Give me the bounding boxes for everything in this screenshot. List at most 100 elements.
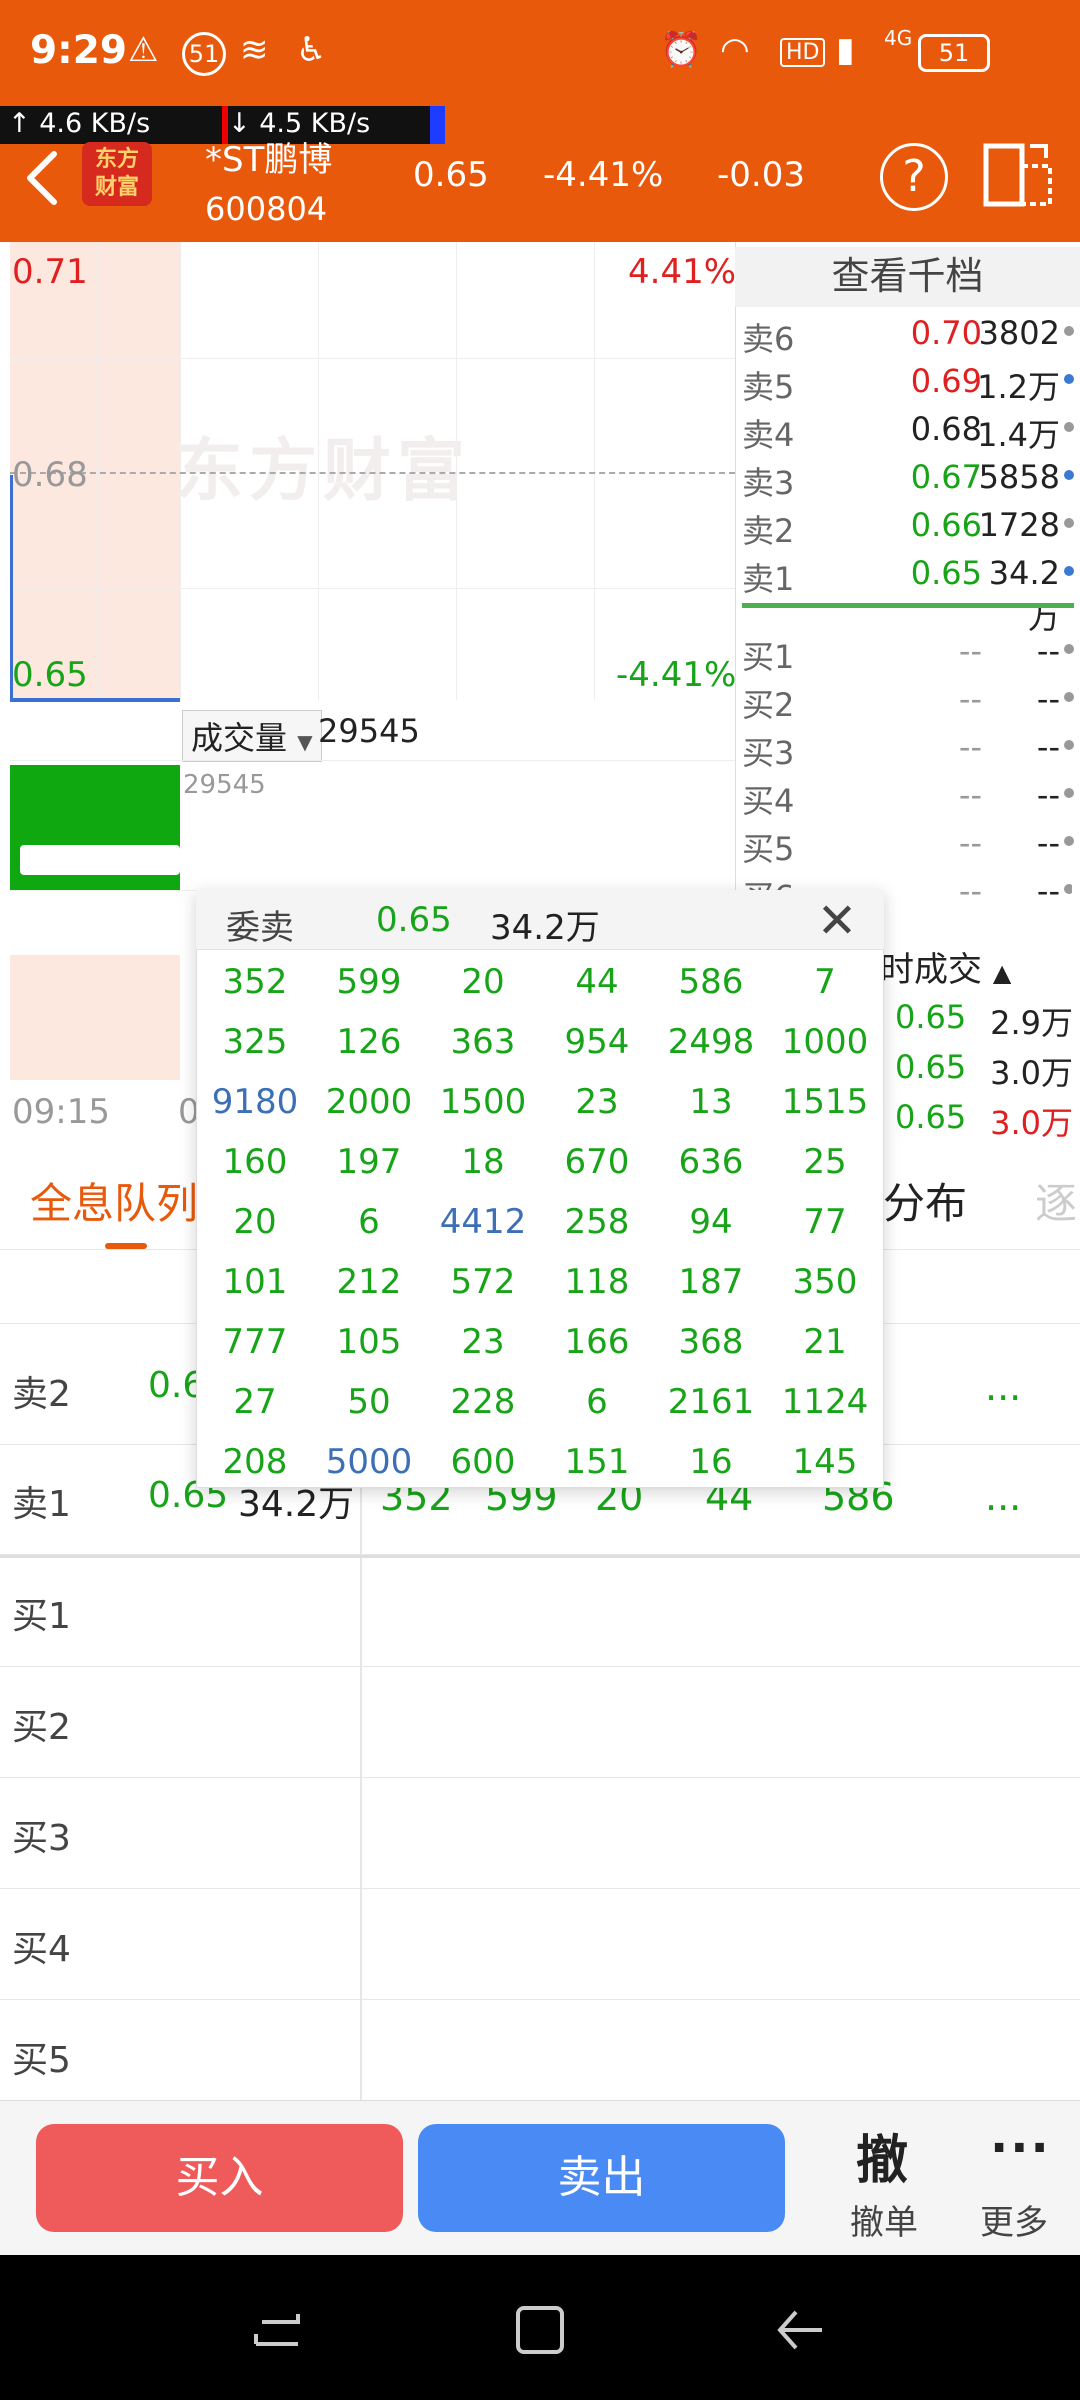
ask-qty: 5858 — [978, 458, 1060, 496]
chart-grid-h — [10, 358, 735, 359]
ask-dot — [1064, 374, 1074, 384]
ask-qty: 1.4万 — [977, 416, 1060, 454]
popup-order-cell: 1000 — [781, 1022, 869, 1062]
ask-qty: 3802 — [978, 314, 1060, 352]
popup-order-cell: 101 — [222, 1262, 288, 1302]
popup-order-cell: 9180 — [211, 1082, 299, 1122]
trades-title[interactable]: 时成交 ▲ — [880, 942, 1011, 991]
popup-order-cell: 363 — [450, 1022, 516, 1062]
tab-full-queue[interactable]: 全息队列 — [30, 1170, 198, 1231]
chart-grid-v — [594, 242, 595, 700]
bid-dot — [1064, 740, 1074, 750]
ask-row[interactable]: 卖1 0.65 34.2万 — [742, 550, 1074, 636]
bid-row[interactable]: 买5 -- -- — [742, 820, 1074, 868]
queue-order: ... — [985, 1475, 1022, 1519]
bid-row[interactable]: 买2 -- -- — [742, 676, 1074, 724]
bid-qty: -- — [1036, 632, 1060, 670]
popup-order-cell: 5000 — [325, 1442, 413, 1482]
queue-row[interactable]: 买1 — [0, 1557, 1080, 1667]
ask-dot — [1064, 566, 1074, 576]
popup-order-cell: 77 — [803, 1202, 847, 1242]
ask-dot — [1064, 470, 1074, 480]
queue-row[interactable]: 买3 — [0, 1779, 1080, 1889]
cancel-order-label[interactable]: 撤单 — [850, 2195, 918, 2244]
tab-distribution[interactable]: 分布 — [883, 1170, 967, 1231]
ask-row[interactable]: 卖4 0.68 1.4万 — [742, 406, 1074, 454]
popup-order-cell: 94 — [689, 1202, 733, 1242]
ask-label: 卖3 — [742, 464, 795, 502]
warning-icon: ⚠ — [128, 30, 159, 70]
sell-button[interactable]: 卖出 — [418, 2124, 785, 2232]
popup-order-cell: 20 — [461, 962, 505, 1002]
popup-order-cell: 13 — [689, 1082, 733, 1122]
help-icon[interactable]: ? — [880, 143, 948, 211]
battery-icon: 51 — [918, 34, 990, 72]
bid-dot — [1064, 836, 1074, 846]
net-type-label: 4G — [884, 26, 913, 50]
status-time: 9:29 — [30, 28, 128, 73]
ask-dot — [1064, 326, 1074, 336]
popup-order-cell: 23 — [575, 1082, 619, 1122]
queue-row[interactable]: 买4 — [0, 1890, 1080, 2000]
popup-qty: 34.2万 — [490, 908, 600, 948]
ask-row[interactable]: 卖5 0.69 1.2万 — [742, 358, 1074, 406]
hd-icon: HD — [780, 38, 826, 67]
popup-order-cell: 6 — [586, 1382, 608, 1422]
chart-grid-h — [10, 588, 735, 589]
home-icon[interactable] — [510, 2300, 570, 2360]
alarm-icon: ⏰ — [660, 30, 703, 70]
badge-51-icon: 51 — [182, 32, 226, 76]
header-price: 0.65 — [413, 155, 489, 195]
popup-order-cell: 126 — [336, 1022, 402, 1062]
bid-qty: -- — [1036, 872, 1060, 902]
view-depth-button[interactable]: 查看千档 — [735, 247, 1080, 307]
popup-order-cell: 212 — [336, 1262, 402, 1302]
tab-tick[interactable]: 逐 — [1035, 1170, 1077, 1231]
more-label[interactable]: 更多 — [980, 2195, 1048, 2244]
popup-order-cell: 350 — [792, 1262, 858, 1302]
cancel-order-icon[interactable]: 撤 — [856, 2118, 908, 2193]
popup-order-cell: 151 — [564, 1442, 630, 1482]
ask-dot — [1064, 518, 1074, 528]
ask-qty: 1728 — [978, 506, 1060, 544]
landscape-switch-icon[interactable] — [982, 142, 1054, 208]
ask-row[interactable]: 卖3 0.67 5858 — [742, 454, 1074, 502]
ask-row[interactable]: 卖6 0.70 3802 — [742, 310, 1074, 358]
recent-apps-icon[interactable] — [248, 2300, 308, 2360]
popup-order-cell: 572 — [450, 1262, 516, 1302]
stock-name[interactable]: *ST鹏博 — [205, 132, 332, 181]
header-change: -0.03 — [717, 155, 805, 195]
popup-order-cell: 954 — [564, 1022, 630, 1062]
bid-dot — [1064, 644, 1074, 654]
queue-row[interactable]: 买5 — [0, 2001, 1080, 2111]
popup-order-cell: 636 — [678, 1142, 744, 1182]
ask-label: 卖2 — [742, 512, 795, 550]
ask-row[interactable]: 卖2 0.66 1728 — [742, 502, 1074, 550]
popup-order-cell: 368 — [678, 1322, 744, 1362]
indicator-chart[interactable] — [10, 955, 180, 1080]
popup-order-cell: 208 — [222, 1442, 288, 1482]
popup-order-cell: 23 — [461, 1322, 505, 1362]
bid-row[interactable]: 买1 -- -- — [742, 628, 1074, 676]
popup-order-cell: 258 — [564, 1202, 630, 1242]
prev-close-line — [10, 472, 735, 474]
queue-row[interactable]: 买2 — [0, 1668, 1080, 1778]
more-icon[interactable]: ··· — [990, 2120, 1051, 2176]
volume-sub-label: 29545 — [183, 770, 266, 800]
buy-button[interactable]: 买入 — [36, 2124, 403, 2232]
bid-row[interactable]: 买4 -- -- — [742, 772, 1074, 820]
popup-order-cell: 228 — [450, 1382, 516, 1422]
ask-dot — [1064, 422, 1074, 432]
popup-order-cell: 7 — [814, 962, 836, 1002]
bid-label: 买2 — [742, 686, 795, 724]
queue-label: 卖1 — [12, 1484, 71, 1525]
bid-dot — [1064, 692, 1074, 702]
volume-value: 29545 — [318, 712, 420, 750]
back-arrow-icon[interactable] — [22, 148, 62, 208]
popup-order-cell: 6 — [358, 1202, 380, 1242]
popup-order-cell: 600 — [450, 1442, 516, 1482]
close-icon[interactable]: ✕ — [812, 893, 862, 949]
bid-row[interactable]: 买3 -- -- — [742, 724, 1074, 772]
back-nav-icon[interactable] — [770, 2300, 830, 2360]
popup-title: 委卖 — [226, 908, 294, 948]
